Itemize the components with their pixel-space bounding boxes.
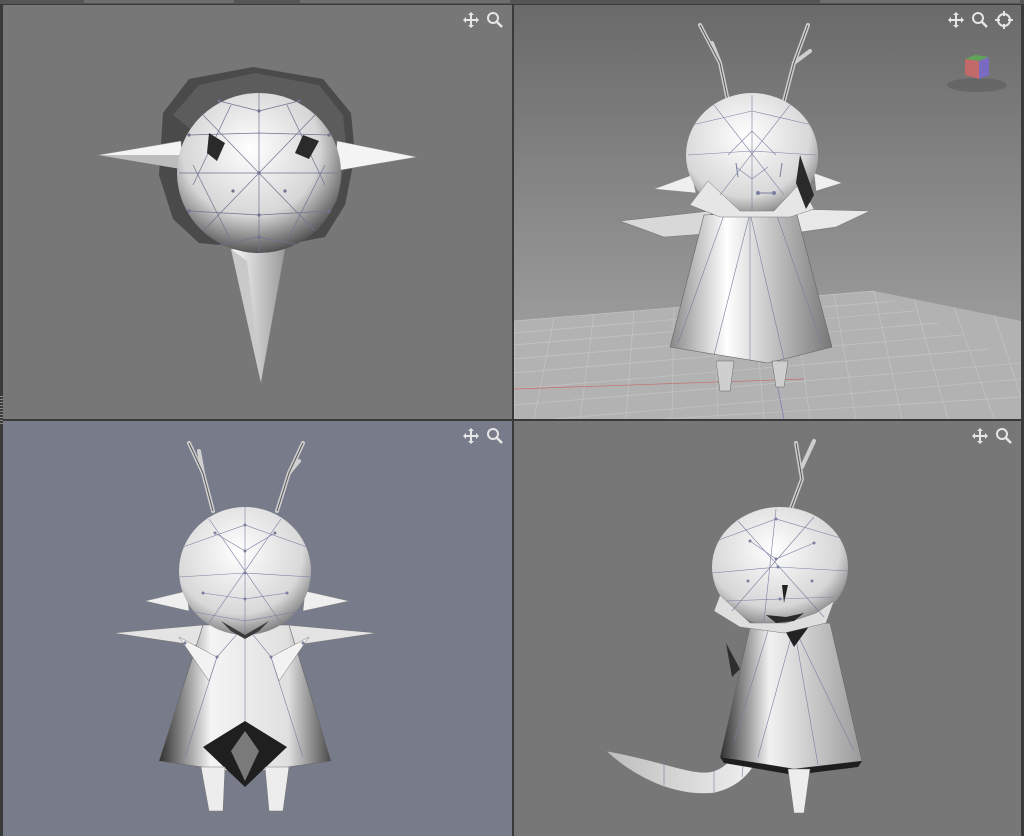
- viewport-toolbar: [462, 427, 504, 445]
- leg: [787, 768, 811, 814]
- antlers: [187, 441, 305, 513]
- dress: [719, 622, 863, 770]
- resize-handle[interactable]: [0, 396, 3, 426]
- viewport-toolbar: [462, 11, 504, 29]
- move-icon[interactable]: [971, 427, 989, 445]
- viewport-front[interactable]: [3, 421, 512, 836]
- move-icon[interactable]: [462, 11, 480, 29]
- zoom-icon[interactable]: [995, 427, 1013, 445]
- viewport-perspective[interactable]: [514, 5, 1021, 419]
- top-view-model: [97, 67, 418, 384]
- front-view-model: [112, 441, 378, 812]
- move-icon[interactable]: [947, 11, 965, 29]
- side-view-model: [605, 439, 863, 814]
- left-leg: [200, 766, 226, 812]
- perspective-view-model: [514, 23, 1021, 419]
- right-ear: [334, 140, 418, 172]
- zoom-icon[interactable]: [486, 11, 504, 29]
- menu-tab-indicator: [820, 0, 1020, 3]
- zoom-icon[interactable]: [486, 427, 504, 445]
- menu-tab-indicator: [300, 0, 510, 3]
- viewport-toolbar: [971, 427, 1013, 445]
- left-arm: [112, 624, 208, 648]
- zoom-icon[interactable]: [971, 11, 989, 29]
- viewport-toolbar: [947, 11, 1013, 29]
- navigation-cube[interactable]: [947, 47, 1011, 95]
- right-leg: [264, 766, 290, 812]
- viewport-grid: [0, 4, 1024, 836]
- viewport-side[interactable]: [514, 421, 1021, 836]
- move-icon[interactable]: [462, 427, 480, 445]
- menu-tab-indicator: [84, 0, 234, 3]
- viewport-top[interactable]: [3, 5, 512, 419]
- rotate-icon[interactable]: [995, 11, 1013, 29]
